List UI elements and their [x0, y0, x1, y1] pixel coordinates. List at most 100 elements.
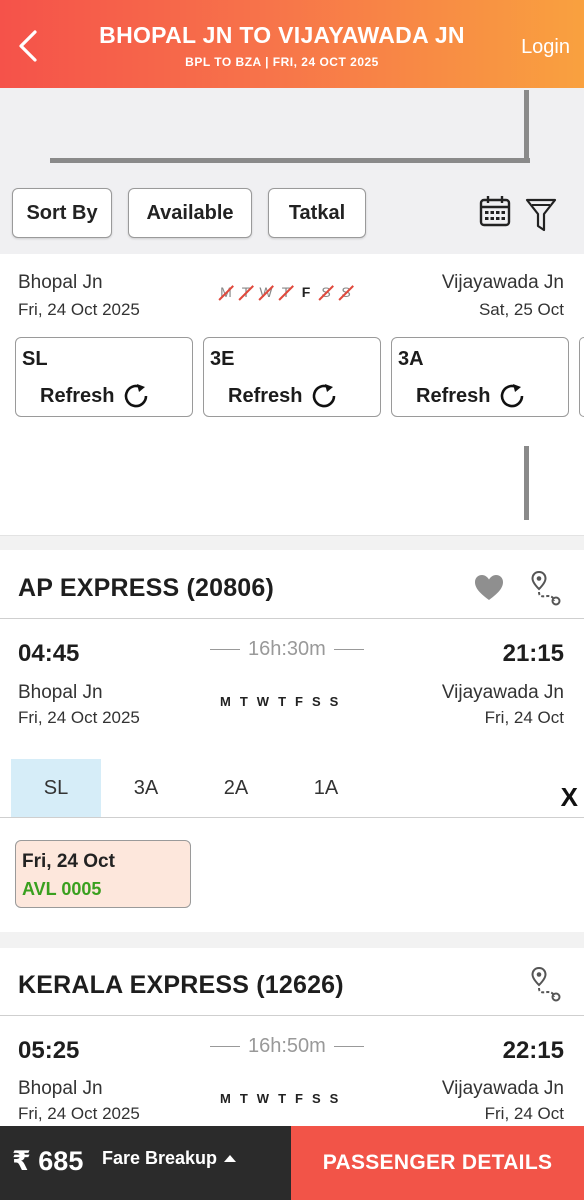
from-date: Fri, 24 Oct 2025: [18, 300, 140, 319]
refresh-icon: [125, 384, 148, 408]
train-name: KERALA EXPRESS (12626): [18, 971, 344, 999]
fare-breakup-button[interactable]: Fare Breakup: [102, 1148, 237, 1169]
to-station: Vijayawada Jn: [441, 272, 564, 293]
refresh-label: Refresh: [228, 384, 303, 407]
scrollbar-vertical-classes[interactable]: [524, 446, 529, 520]
train-name: AP EXPRESS (20806): [18, 574, 275, 602]
to-date: Fri, 24 Oct: [484, 708, 564, 727]
divider: [0, 618, 584, 619]
divider: [0, 817, 584, 818]
journey-duration: 16h:50m: [210, 1035, 364, 1058]
tab-2a[interactable]: 2A: [191, 759, 281, 817]
sort-by-button[interactable]: Sort By: [12, 188, 112, 238]
to-date: Sat, 25 Oct: [478, 300, 564, 319]
day-fri: F: [295, 1091, 303, 1106]
login-button[interactable]: Login: [521, 36, 570, 59]
bottom-bar: ₹ 685 Fare Breakup PASSENGER DETAILS: [0, 1126, 584, 1200]
route-map-icon[interactable]: [530, 570, 564, 606]
back-button[interactable]: [12, 26, 44, 66]
day-thu: T: [278, 694, 287, 709]
scrollbar-vertical[interactable]: [524, 90, 529, 162]
day-sat: S: [311, 1091, 321, 1106]
page-title: BHOPAL JN TO VIJAYAWADA JN: [99, 22, 465, 48]
app-header: BHOPAL JN TO VIJAYAWADA JN BPL TO BZA | …: [0, 0, 584, 88]
from-date: Fri, 24 Oct 2025: [18, 708, 140, 727]
availability-card[interactable]: Fri, 24 Oct AVL 0005: [15, 840, 191, 908]
class-name: 3E: [210, 348, 235, 370]
day-wed: W: [256, 1091, 270, 1106]
duration-text: 16h:50m: [248, 1035, 326, 1057]
arrival-time: 21:15: [502, 640, 564, 667]
fare-breakup-label: Fare Breakup: [102, 1148, 218, 1168]
refresh-button[interactable]: Refresh: [416, 382, 526, 410]
day-wed: W: [256, 694, 270, 709]
day-wed: W: [259, 284, 273, 300]
heart-icon[interactable]: [474, 574, 504, 602]
passenger-details-button[interactable]: PASSENGER DETAILS: [291, 1126, 584, 1200]
to-date: Fri, 24 Oct: [484, 1104, 564, 1123]
to-station: Vijayawada Jn: [441, 682, 564, 703]
class-card-3a[interactable]: 3A Refresh: [391, 337, 569, 417]
running-days: M T W T F S S: [220, 1091, 338, 1106]
tab-1a[interactable]: 1A: [281, 759, 371, 817]
availability-status: AVL 0005: [22, 879, 102, 899]
class-card-3e[interactable]: 3E Refresh: [203, 337, 381, 417]
journey-duration: 16h:30m: [210, 638, 364, 661]
day-sun: S: [329, 694, 339, 709]
route-map-icon[interactable]: [530, 966, 564, 1002]
class-card-partial[interactable]: [579, 337, 584, 417]
available-filter-button[interactable]: Available: [128, 188, 252, 238]
class-name: 3A: [398, 348, 424, 370]
refresh-button[interactable]: Refresh: [228, 382, 338, 410]
availability-date: Fri, 24 Oct: [22, 851, 115, 872]
duration-text: 16h:30m: [248, 638, 326, 660]
day-sun: S: [329, 1091, 339, 1106]
day-fri: F: [301, 284, 311, 300]
day-sat: S: [318, 284, 334, 300]
to-station: Vijayawada Jn: [441, 1078, 564, 1099]
day-mon: M: [218, 284, 234, 300]
separator: [0, 536, 584, 550]
fare-summary: ₹ 685 Fare Breakup: [0, 1126, 291, 1200]
fare-amount: ₹ 685: [12, 1146, 84, 1176]
day-mon: M: [220, 1091, 231, 1106]
chevron-left-icon: [19, 30, 37, 62]
day-mon: M: [220, 694, 231, 709]
close-button[interactable]: X: [561, 782, 578, 813]
refresh-label: Refresh: [40, 384, 115, 407]
day-sun: S: [338, 284, 354, 300]
tatkal-filter-button[interactable]: Tatkal: [268, 188, 366, 238]
running-days: M T W T F S S: [218, 284, 354, 300]
from-station: Bhopal Jn: [18, 272, 103, 293]
class-tabs: SL 3A 2A 1A: [0, 759, 584, 817]
class-card-sl[interactable]: SL Refresh: [15, 337, 193, 417]
divider: [0, 1015, 584, 1016]
caret-up-icon: [224, 1154, 237, 1162]
separator: [0, 932, 584, 948]
day-tue: T: [239, 694, 248, 709]
from-date: Fri, 24 Oct 2025: [18, 1104, 140, 1123]
day-fri: F: [295, 694, 303, 709]
departure-time: 04:45: [18, 640, 80, 667]
day-sat: S: [311, 694, 321, 709]
running-days: M T W T F S S: [220, 694, 338, 709]
from-station: Bhopal Jn: [18, 1078, 103, 1099]
filter-icon[interactable]: [524, 196, 558, 234]
refresh-button[interactable]: Refresh: [40, 382, 150, 410]
duration-line: [333, 648, 364, 651]
tab-3a[interactable]: 3A: [101, 759, 191, 817]
class-name: SL: [22, 348, 48, 370]
refresh-icon: [501, 384, 524, 408]
tab-sl[interactable]: SL: [11, 759, 101, 817]
refresh-icon: [313, 384, 336, 408]
duration-line: [333, 1045, 364, 1048]
refresh-label: Refresh: [416, 384, 491, 407]
departure-time: 05:25: [18, 1037, 80, 1064]
day-thu: T: [278, 1091, 287, 1106]
arrival-time: 22:15: [502, 1037, 564, 1064]
page-subtitle: BPL TO BZA | FRI, 24 OCT 2025: [185, 55, 379, 69]
calendar-icon[interactable]: [478, 194, 512, 228]
day-thu: T: [278, 284, 294, 300]
scrollbar-horizontal[interactable]: [50, 158, 530, 163]
from-station: Bhopal Jn: [18, 682, 103, 703]
